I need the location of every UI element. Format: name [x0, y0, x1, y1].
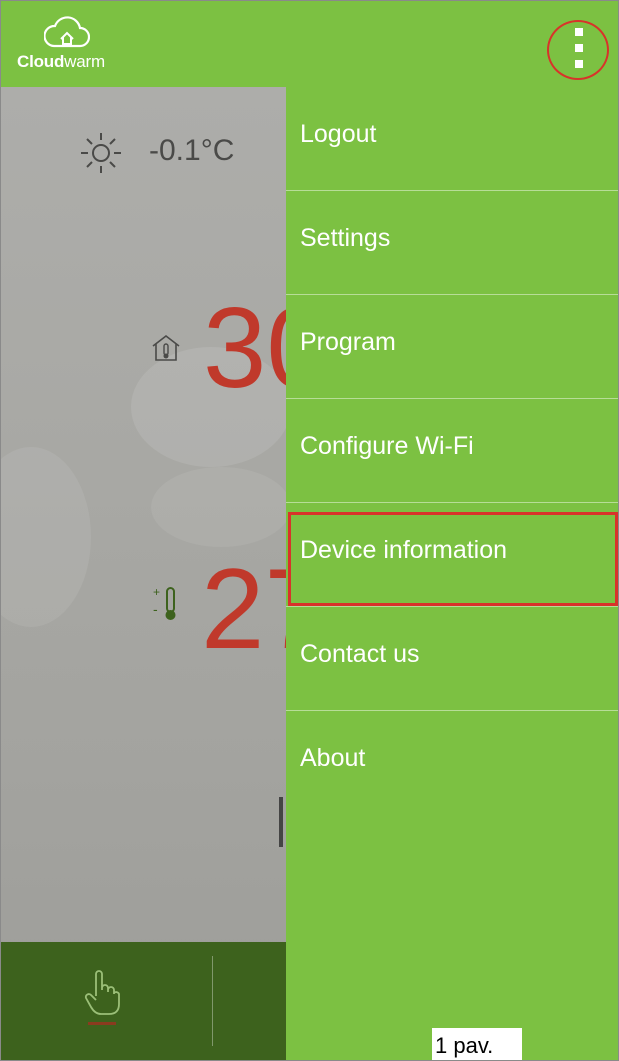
background-photo-shape [1, 447, 91, 627]
menu-item-label: Program [300, 328, 396, 356]
text-cursor [279, 797, 283, 847]
menu-item-settings[interactable]: Settings [286, 191, 618, 295]
svg-text:-: - [153, 601, 158, 617]
menu-item-label: Configure Wi-Fi [300, 432, 474, 460]
menu-item-logout[interactable]: Logout [286, 87, 618, 191]
room-temperature: 27 [201, 546, 286, 673]
house-thermometer-icon [152, 334, 180, 361]
figure-caption: 1 pav. [435, 1033, 494, 1058]
overflow-menu-button[interactable] [547, 21, 611, 77]
logo-text-bold: Cloud [17, 52, 65, 71]
bottom-mode-bar [1, 942, 286, 1060]
active-mode-underline [88, 1022, 116, 1025]
sun-icon [81, 133, 121, 173]
background-photo-shape [151, 467, 286, 547]
svg-text:+: + [153, 585, 160, 599]
app-bar: Cloudwarm [1, 1, 618, 87]
menu-item-program[interactable]: Program [286, 295, 618, 399]
bottom-bar-divider [212, 956, 213, 1046]
kebab-menu-icon-dot [575, 60, 583, 68]
device-information-highlight-box [288, 512, 618, 606]
dimmed-main-screen: -0.1°C 30 + - 27 [1, 87, 286, 1060]
figure-caption-box: 1 pav. [432, 1028, 522, 1060]
cloudwarm-logo: Cloudwarm [17, 15, 127, 77]
menu-item-contact-us[interactable]: Contact us [286, 607, 618, 711]
cloud-house-icon [44, 16, 90, 48]
app-screenshot: Cloudwarm -0.1°C 3 + - 2 Logout Settings… [0, 0, 619, 1061]
set-temperature: 30 [203, 285, 286, 412]
menu-item-label: About [300, 744, 366, 772]
kebab-menu-icon [575, 28, 583, 36]
hand-pointer-icon[interactable] [83, 968, 121, 1018]
menu-item-label: Settings [300, 224, 391, 252]
menu-item-label: Contact us [300, 640, 420, 668]
thermometer-plus-minus-icon: + - [153, 585, 176, 620]
outdoor-temperature: -0.1°C [149, 134, 235, 167]
menu-item-about[interactable]: About [286, 711, 618, 815]
logo-text-light: warm [64, 52, 105, 71]
menu-item-configure-wifi[interactable]: Configure Wi-Fi [286, 399, 618, 503]
logo-text: Cloudwarm [17, 52, 105, 72]
kebab-menu-icon-dot [575, 44, 583, 52]
menu-item-label: Logout [300, 120, 377, 148]
